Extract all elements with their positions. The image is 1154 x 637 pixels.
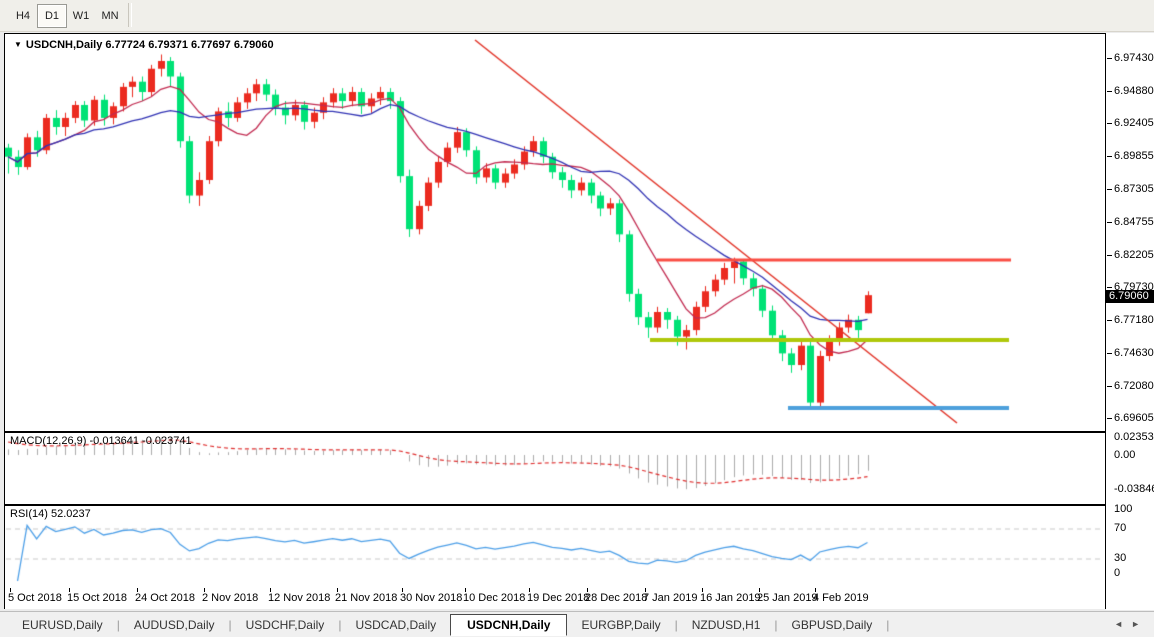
rsi-axis-tick: 0 <box>1114 567 1120 579</box>
date-axis-label: 4 Feb 2019 <box>813 592 869 604</box>
macd-label: MACD(12,26,9) -0.013641 -0.023741 <box>10 435 192 447</box>
price-axis[interactable]: 6.696056.720806.746306.771806.797306.822… <box>1106 33 1154 610</box>
price-axis-tick: 6.69605 <box>1114 412 1154 424</box>
chevron-down-icon[interactable]: ▼ <box>14 40 22 49</box>
price-axis-tick: 6.94880 <box>1114 85 1154 97</box>
price-axis-tick: 6.92405 <box>1114 117 1154 129</box>
date-axis-label: 12 Nov 2018 <box>268 592 330 604</box>
macd-indicator-panel[interactable]: MACD(12,26,9) -0.013641 -0.023741 <box>4 432 1106 505</box>
price-axis-tick: 6.74630 <box>1114 347 1154 359</box>
macd-axis-tick: 0.023534 <box>1114 431 1154 443</box>
chart-title: ▼ USDCNH,Daily 6.77724 6.79371 6.77697 6.… <box>14 39 274 51</box>
symbol-tab-usdcnh[interactable]: USDCNH,Daily <box>450 614 567 636</box>
price-axis-tick: 6.89855 <box>1114 150 1154 162</box>
date-axis-label: 21 Nov 2018 <box>335 592 397 604</box>
timeframe-button-w1[interactable]: W1 <box>66 4 96 28</box>
tab-separator: | <box>886 618 889 632</box>
price-axis-tick: 6.82205 <box>1114 249 1154 261</box>
price-axis-tick: 6.77180 <box>1114 314 1154 326</box>
date-axis-label: 28 Dec 2018 <box>585 592 647 604</box>
scroll-left-icon[interactable]: ◄ <box>1114 619 1131 629</box>
date-axis-label: 2 Nov 2018 <box>202 592 258 604</box>
price-axis-tick: 6.72080 <box>1114 380 1154 392</box>
toolbar-separator <box>128 3 132 27</box>
symbol-tab-usdchf[interactable]: USDCHF,Daily <box>232 615 339 635</box>
date-axis-label: 15 Oct 2018 <box>67 592 127 604</box>
symbol-tab-nzdusd[interactable]: NZDUSD,H1 <box>678 615 775 635</box>
timeframe-button-mn[interactable]: MN <box>95 4 125 28</box>
price-chart-panel[interactable]: ▼ USDCNH,Daily 6.77724 6.79371 6.77697 6.… <box>4 33 1106 432</box>
timeframe-button-d1[interactable]: D1 <box>37 4 67 28</box>
price-axis-tick: 6.87305 <box>1114 183 1154 195</box>
timeframe-button-h4[interactable]: H4 <box>8 4 38 28</box>
symbol-tab-audusd[interactable]: AUDUSD,Daily <box>120 615 229 635</box>
rsi-value: 52.0237 <box>51 508 91 520</box>
timeframe-toolbar: H4 D1 W1 MN <box>0 0 1154 32</box>
rsi-label: RSI(14) 52.0237 <box>10 508 91 520</box>
symbol-tab-eurgbp[interactable]: EURGBP,Daily <box>567 615 674 635</box>
chart-title-text: USDCNH,Daily 6.77724 6.79371 6.77697 6.7… <box>26 39 274 51</box>
rsi-axis-tick: 70 <box>1114 522 1126 534</box>
date-axis-label: 5 Oct 2018 <box>8 592 62 604</box>
tab-scroll-arrows[interactable]: ◄► <box>1114 619 1148 629</box>
rsi-axis-tick: 30 <box>1114 552 1126 564</box>
symbol-tab-usdcad[interactable]: USDCAD,Daily <box>341 615 450 635</box>
symbol-tab-bar: EURUSD,Daily|AUDUSD,Daily|USDCHF,Daily|U… <box>0 611 1154 637</box>
date-axis-label: 24 Oct 2018 <box>135 592 195 604</box>
rsi-name: RSI(14) <box>10 508 48 520</box>
rsi-indicator-panel[interactable]: RSI(14) 52.0237 <box>4 505 1106 589</box>
scroll-right-icon[interactable]: ► <box>1131 619 1148 629</box>
macd-values: -0.013641 -0.023741 <box>89 435 191 447</box>
candlestick-chart-canvas[interactable] <box>5 34 1103 429</box>
trading-terminal-window: H4 D1 W1 MN ▼ USDCNH,Daily 6.77724 6.7937… <box>0 0 1154 637</box>
date-axis-label: 7 Jan 2019 <box>643 592 697 604</box>
date-axis[interactable]: 5 Oct 2018 15 Oct 2018 24 Oct 2018 2 Nov 20… <box>4 588 1106 609</box>
rsi-axis-tick: 100 <box>1114 503 1132 515</box>
macd-axis-tick: -0.038466 <box>1114 483 1154 495</box>
symbol-tab-eurusd[interactable]: EURUSD,Daily <box>8 615 117 635</box>
rsi-canvas <box>5 506 1103 586</box>
macd-axis-tick: 0.00 <box>1114 449 1135 461</box>
date-axis-label: 16 Jan 2019 <box>700 592 761 604</box>
date-axis-label: 30 Nov 2018 <box>400 592 462 604</box>
price-axis-tick: 6.84755 <box>1114 216 1154 228</box>
date-axis-label: 10 Dec 2018 <box>463 592 525 604</box>
date-axis-label: 25 Jan 2019 <box>757 592 818 604</box>
date-axis-label: 19 Dec 2018 <box>527 592 589 604</box>
symbol-tab-gbpusd[interactable]: GBPUSD,Daily <box>778 615 887 635</box>
price-axis-tick: 6.97430 <box>1114 52 1154 64</box>
current-price-label: 6.79060 <box>1106 290 1154 303</box>
macd-name: MACD(12,26,9) <box>10 435 86 447</box>
